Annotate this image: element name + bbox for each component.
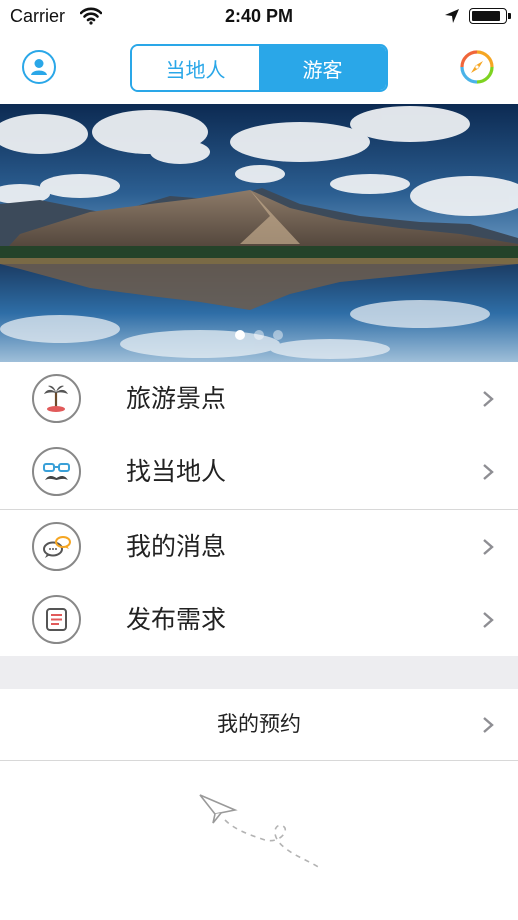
banner-carousel[interactable] <box>0 104 518 362</box>
my-reservations-label: 我的预约 <box>217 712 301 736</box>
status-bar: Carrier 2:40 PM <box>0 0 518 34</box>
chevron-right-icon <box>483 391 494 407</box>
banner-image <box>0 104 518 362</box>
palm-island-icon <box>32 374 81 423</box>
glasses-mustache-icon <box>32 447 81 496</box>
battery-icon <box>469 8 507 24</box>
menu-item-label: 我的消息 <box>126 532 227 561</box>
menu-item-attractions[interactable]: 旅游景点 <box>0 362 518 435</box>
chevron-right-icon <box>483 464 494 480</box>
my-reservations-row[interactable]: 我的预约 <box>0 689 518 760</box>
battery-tip <box>508 13 511 19</box>
nav-bar: 当地人 游客 <box>0 34 518 104</box>
menu-item-messages[interactable]: 我的消息 <box>0 510 518 583</box>
clock-label: 2:40 PM <box>224 6 294 26</box>
segment-tourists[interactable]: 游客 <box>259 46 386 90</box>
page-dot-2[interactable] <box>254 330 264 340</box>
page-dot-3[interactable] <box>273 330 283 340</box>
chevron-right-icon <box>483 539 494 555</box>
chevron-right-icon <box>483 612 494 628</box>
menu-item-label: 旅游景点 <box>126 384 227 413</box>
profile-button[interactable] <box>22 50 56 84</box>
role-segmented-control: 当地人 游客 <box>130 44 388 92</box>
menu-item-find-locals[interactable]: 找当地人 <box>0 435 518 508</box>
chat-bubbles-icon <box>32 522 81 571</box>
section-spacer <box>0 656 518 689</box>
segment-locals[interactable]: 当地人 <box>132 46 259 90</box>
separator <box>0 760 518 761</box>
user-icon <box>31 59 47 75</box>
paper-plane-icon <box>199 794 321 869</box>
menu-item-label: 找当地人 <box>126 457 227 486</box>
menu-item-label: 发布需求 <box>126 605 227 634</box>
chevron-right-icon <box>483 717 494 733</box>
menu-item-post-request[interactable]: 发布需求 <box>0 583 518 656</box>
compass-icon[interactable] <box>459 49 495 85</box>
document-list-icon <box>32 595 81 644</box>
location-arrow-icon <box>445 9 459 23</box>
carousel-page-indicator[interactable] <box>0 330 518 340</box>
page-dot-1[interactable] <box>235 330 245 340</box>
